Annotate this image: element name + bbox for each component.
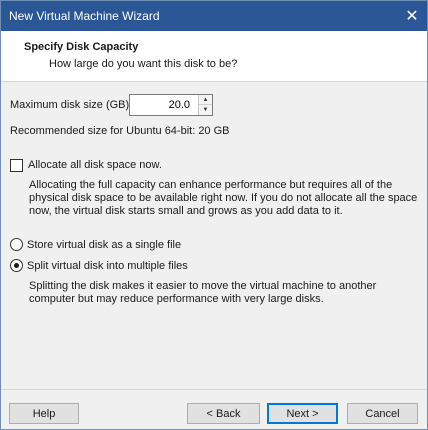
recommended-size-text: Recommended size for Ubuntu 64-bit: 20 G…: [10, 125, 230, 137]
help-button[interactable]: Help: [9, 403, 79, 424]
spin-down-icon[interactable]: ▼: [199, 105, 212, 115]
footer-divider: [1, 389, 427, 390]
page-title: Specify Disk Capacity: [24, 41, 139, 53]
spin-up-icon[interactable]: ▲: [199, 95, 212, 105]
allocate-description: Allocating the full capacity can enhance…: [29, 179, 418, 217]
cancel-button[interactable]: Cancel: [347, 403, 418, 424]
next-button[interactable]: Next >: [267, 403, 338, 424]
multiple-files-label[interactable]: Split virtual disk into multiple files: [27, 260, 188, 272]
close-icon[interactable]: ✕: [397, 1, 427, 31]
allocate-checkbox[interactable]: [10, 159, 23, 172]
disk-size-input[interactable]: [130, 95, 196, 115]
title-bar: New Virtual Machine Wizard ✕: [1, 1, 427, 31]
multiple-files-radio[interactable]: [10, 259, 23, 272]
wizard-window: New Virtual Machine Wizard ✕ Specify Dis…: [0, 0, 428, 430]
allocate-label[interactable]: Allocate all disk space now.: [28, 159, 162, 171]
page-subtitle: How large do you want this disk to be?: [49, 58, 238, 70]
spin-buttons: ▲ ▼: [198, 95, 212, 115]
window-title: New Virtual Machine Wizard: [9, 9, 160, 23]
disk-size-stepper: ▲ ▼: [129, 94, 213, 116]
wizard-header: Specify Disk Capacity How large do you w…: [1, 31, 427, 82]
single-file-label[interactable]: Store virtual disk as a single file: [27, 239, 181, 251]
disk-size-label: Maximum disk size (GB):: [10, 99, 133, 111]
multiple-files-description: Splitting the disk makes it easier to mo…: [29, 280, 377, 305]
single-file-radio[interactable]: [10, 238, 23, 251]
back-button[interactable]: < Back: [187, 403, 260, 424]
